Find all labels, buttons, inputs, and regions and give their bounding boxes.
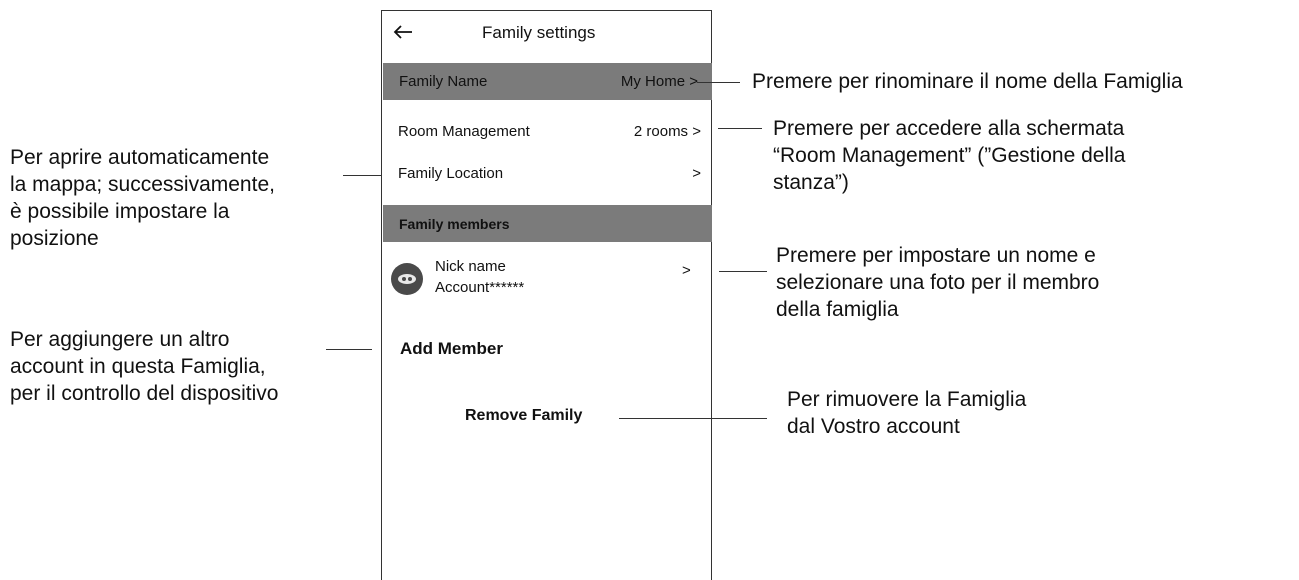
user-avatar-icon[interactable] xyxy=(391,263,423,295)
annotation-location-line-4: posizione xyxy=(10,227,99,250)
family-location-value: > xyxy=(692,165,701,182)
remove-family-button[interactable]: Remove Family xyxy=(465,407,582,425)
title-bar: Family settings xyxy=(382,11,711,61)
add-member-button[interactable]: Add Member xyxy=(400,339,503,359)
annotation-rename-family: Premere per rinominare il nome della Fam… xyxy=(752,70,1183,93)
annotation-remove-family-line-2: dal Vostro account xyxy=(787,415,960,438)
phone-screen: Family settings Family Name My Home > Ro… xyxy=(381,10,712,580)
annotation-remove-family: Per rimuovere la Famiglia dal Vostro acc… xyxy=(787,386,1026,440)
annotation-add-member-line-1: Per aggiungere un altro xyxy=(10,328,230,351)
back-arrow-icon[interactable] xyxy=(392,21,414,43)
annotation-location-line-3: è possibile impostare la xyxy=(10,200,230,223)
family-location-label: Family Location xyxy=(398,165,504,182)
annotation-member-settings: Premere per impostare un nome e selezion… xyxy=(776,242,1099,323)
callout-line-location xyxy=(343,175,381,176)
annotation-room-management-line-1: Premere per accedere alla schermata xyxy=(773,117,1125,140)
family-members-header: Family members xyxy=(383,205,712,242)
annotation-room-management-line-2: “Room Management” (”Gestione della xyxy=(773,144,1126,167)
callout-line-remove-family xyxy=(619,418,767,419)
callout-line-member xyxy=(719,271,767,272)
callout-line-rename xyxy=(697,82,740,83)
annotation-location-line-2: la mappa; successivamente, xyxy=(10,173,275,196)
annotation-room-management: Premere per accedere alla schermata “Roo… xyxy=(773,115,1126,196)
room-management-value: 2 rooms > xyxy=(633,123,701,140)
annotation-member-line-1: Premere per impostare un nome e xyxy=(776,244,1096,267)
member-account: Account****** xyxy=(435,279,525,296)
annotation-location-line-1: Per aprire automaticamente xyxy=(10,146,270,169)
family-name-value: My Home > xyxy=(620,73,698,90)
annotation-member-line-3: della famiglia xyxy=(776,298,899,321)
annotation-room-management-line-3: stanza”) xyxy=(773,171,849,194)
member-arrow-icon[interactable]: > xyxy=(682,262,691,279)
callout-line-room-management xyxy=(718,128,762,129)
room-management-label: Room Management xyxy=(398,123,530,140)
callout-line-add-member xyxy=(326,349,372,350)
annotation-add-member: Per aggiungere un altro account in quest… xyxy=(10,326,278,407)
annotation-location: Per aprire automaticamente la mappa; suc… xyxy=(10,144,275,252)
page-title: Family settings xyxy=(482,23,596,42)
annotation-add-member-line-2: account in questa Famiglia, xyxy=(10,355,266,378)
family-location-row[interactable]: Family Location > xyxy=(398,165,701,182)
annotation-add-member-line-3: per il controllo del dispositivo xyxy=(10,382,279,405)
member-nick-name[interactable]: Nick name xyxy=(435,258,506,275)
family-name-row[interactable]: Family Name My Home > xyxy=(383,63,712,100)
family-name-label: Family Name xyxy=(399,73,488,90)
room-management-row[interactable]: Room Management 2 rooms > xyxy=(398,123,701,140)
annotation-remove-family-line-1: Per rimuovere la Famiglia xyxy=(787,388,1027,411)
family-members-label: Family members xyxy=(399,215,510,232)
annotation-member-line-2: selezionare una foto per il membro xyxy=(776,271,1100,294)
